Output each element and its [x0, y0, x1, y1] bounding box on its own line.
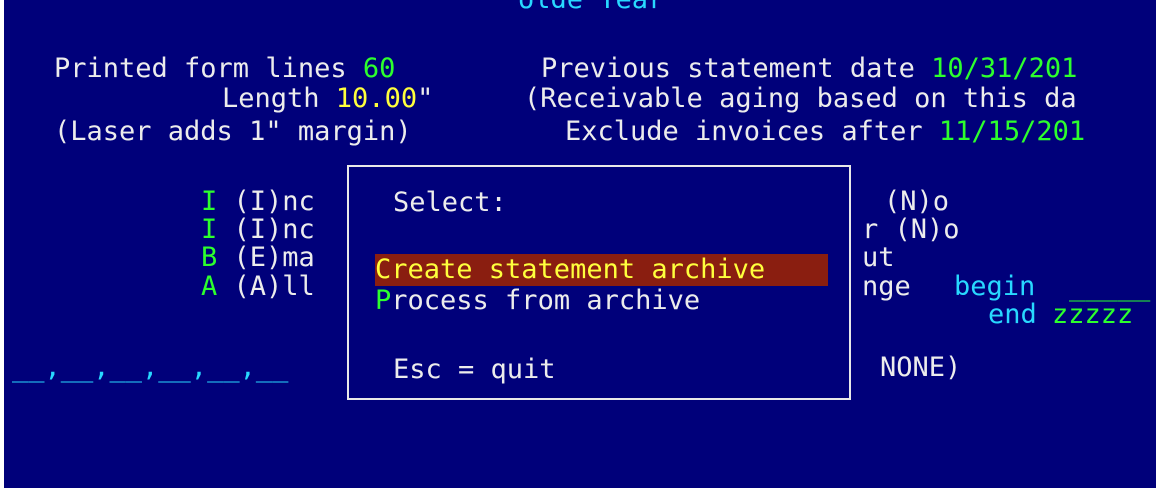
length-label: Length: [222, 83, 336, 114]
option-row-3[interactable]: B (E)ma: [201, 242, 315, 274]
exclude-value[interactable]: 11/15/201: [939, 116, 1085, 147]
length-value[interactable]: 10.00: [336, 83, 417, 114]
process-archive-label: rocess from archive: [391, 285, 701, 316]
right-fragment-row6: NONE): [880, 352, 962, 383]
end-label: end: [988, 299, 1037, 330]
exclude-row: Exclude invoices after 11/15/201: [565, 116, 1085, 148]
create-archive-label[interactable]: Create statement archive: [375, 254, 765, 286]
length-row: Length 10.00": [222, 83, 433, 115]
exclude-label: Exclude invoices after: [565, 116, 939, 147]
select-dialog: Select: Create statement archive Process…: [347, 165, 851, 400]
length-suffix: ": [417, 83, 434, 114]
top-title-fragment: olde Year: [518, 0, 664, 16]
terminal-window: olde Year Printed form lines 60 Length 1…: [4, 0, 1156, 488]
option-text: (I)nc: [217, 186, 315, 217]
dos-screen: olde Year Printed form lines 60 Length 1…: [0, 0, 1156, 492]
form-lines-label: Printed form lines: [54, 53, 363, 84]
right-fragment-row3: ut: [862, 242, 895, 273]
option-code[interactable]: A: [201, 271, 217, 302]
option-code[interactable]: I: [201, 214, 217, 245]
end-value[interactable]: zzzzz: [1052, 299, 1133, 331]
option-text: (I)nc: [217, 214, 315, 245]
email-blank-fields[interactable]: __,__,__,__,__,__: [12, 352, 288, 384]
option-text: (A)ll: [217, 271, 315, 302]
aging-note: (Receivable aging based on this da: [524, 83, 1077, 114]
dialog-title: Select:: [393, 187, 507, 218]
range-row: nge: [862, 271, 911, 303]
form-lines-value[interactable]: 60: [363, 53, 396, 84]
option-code[interactable]: B: [201, 242, 217, 273]
form-lines-row: Printed form lines 60: [54, 53, 395, 85]
process-hotkey: P: [375, 285, 392, 316]
option-row-4[interactable]: A (A)ll: [201, 271, 315, 303]
prev-date-row: Previous statement date 10/31/201: [541, 53, 1077, 85]
process-archive-option[interactable]: Process from archive: [375, 285, 700, 317]
option-text: (E)ma: [217, 242, 315, 273]
laser-margin-note: (Laser adds 1" margin): [54, 116, 412, 147]
esc-quit-hint[interactable]: Esc = quit: [393, 354, 556, 386]
option-code[interactable]: I: [201, 186, 217, 217]
prev-date-label: Previous statement date: [541, 53, 932, 84]
range-label: nge: [862, 271, 911, 302]
prev-date-value[interactable]: 10/31/201: [931, 53, 1077, 84]
